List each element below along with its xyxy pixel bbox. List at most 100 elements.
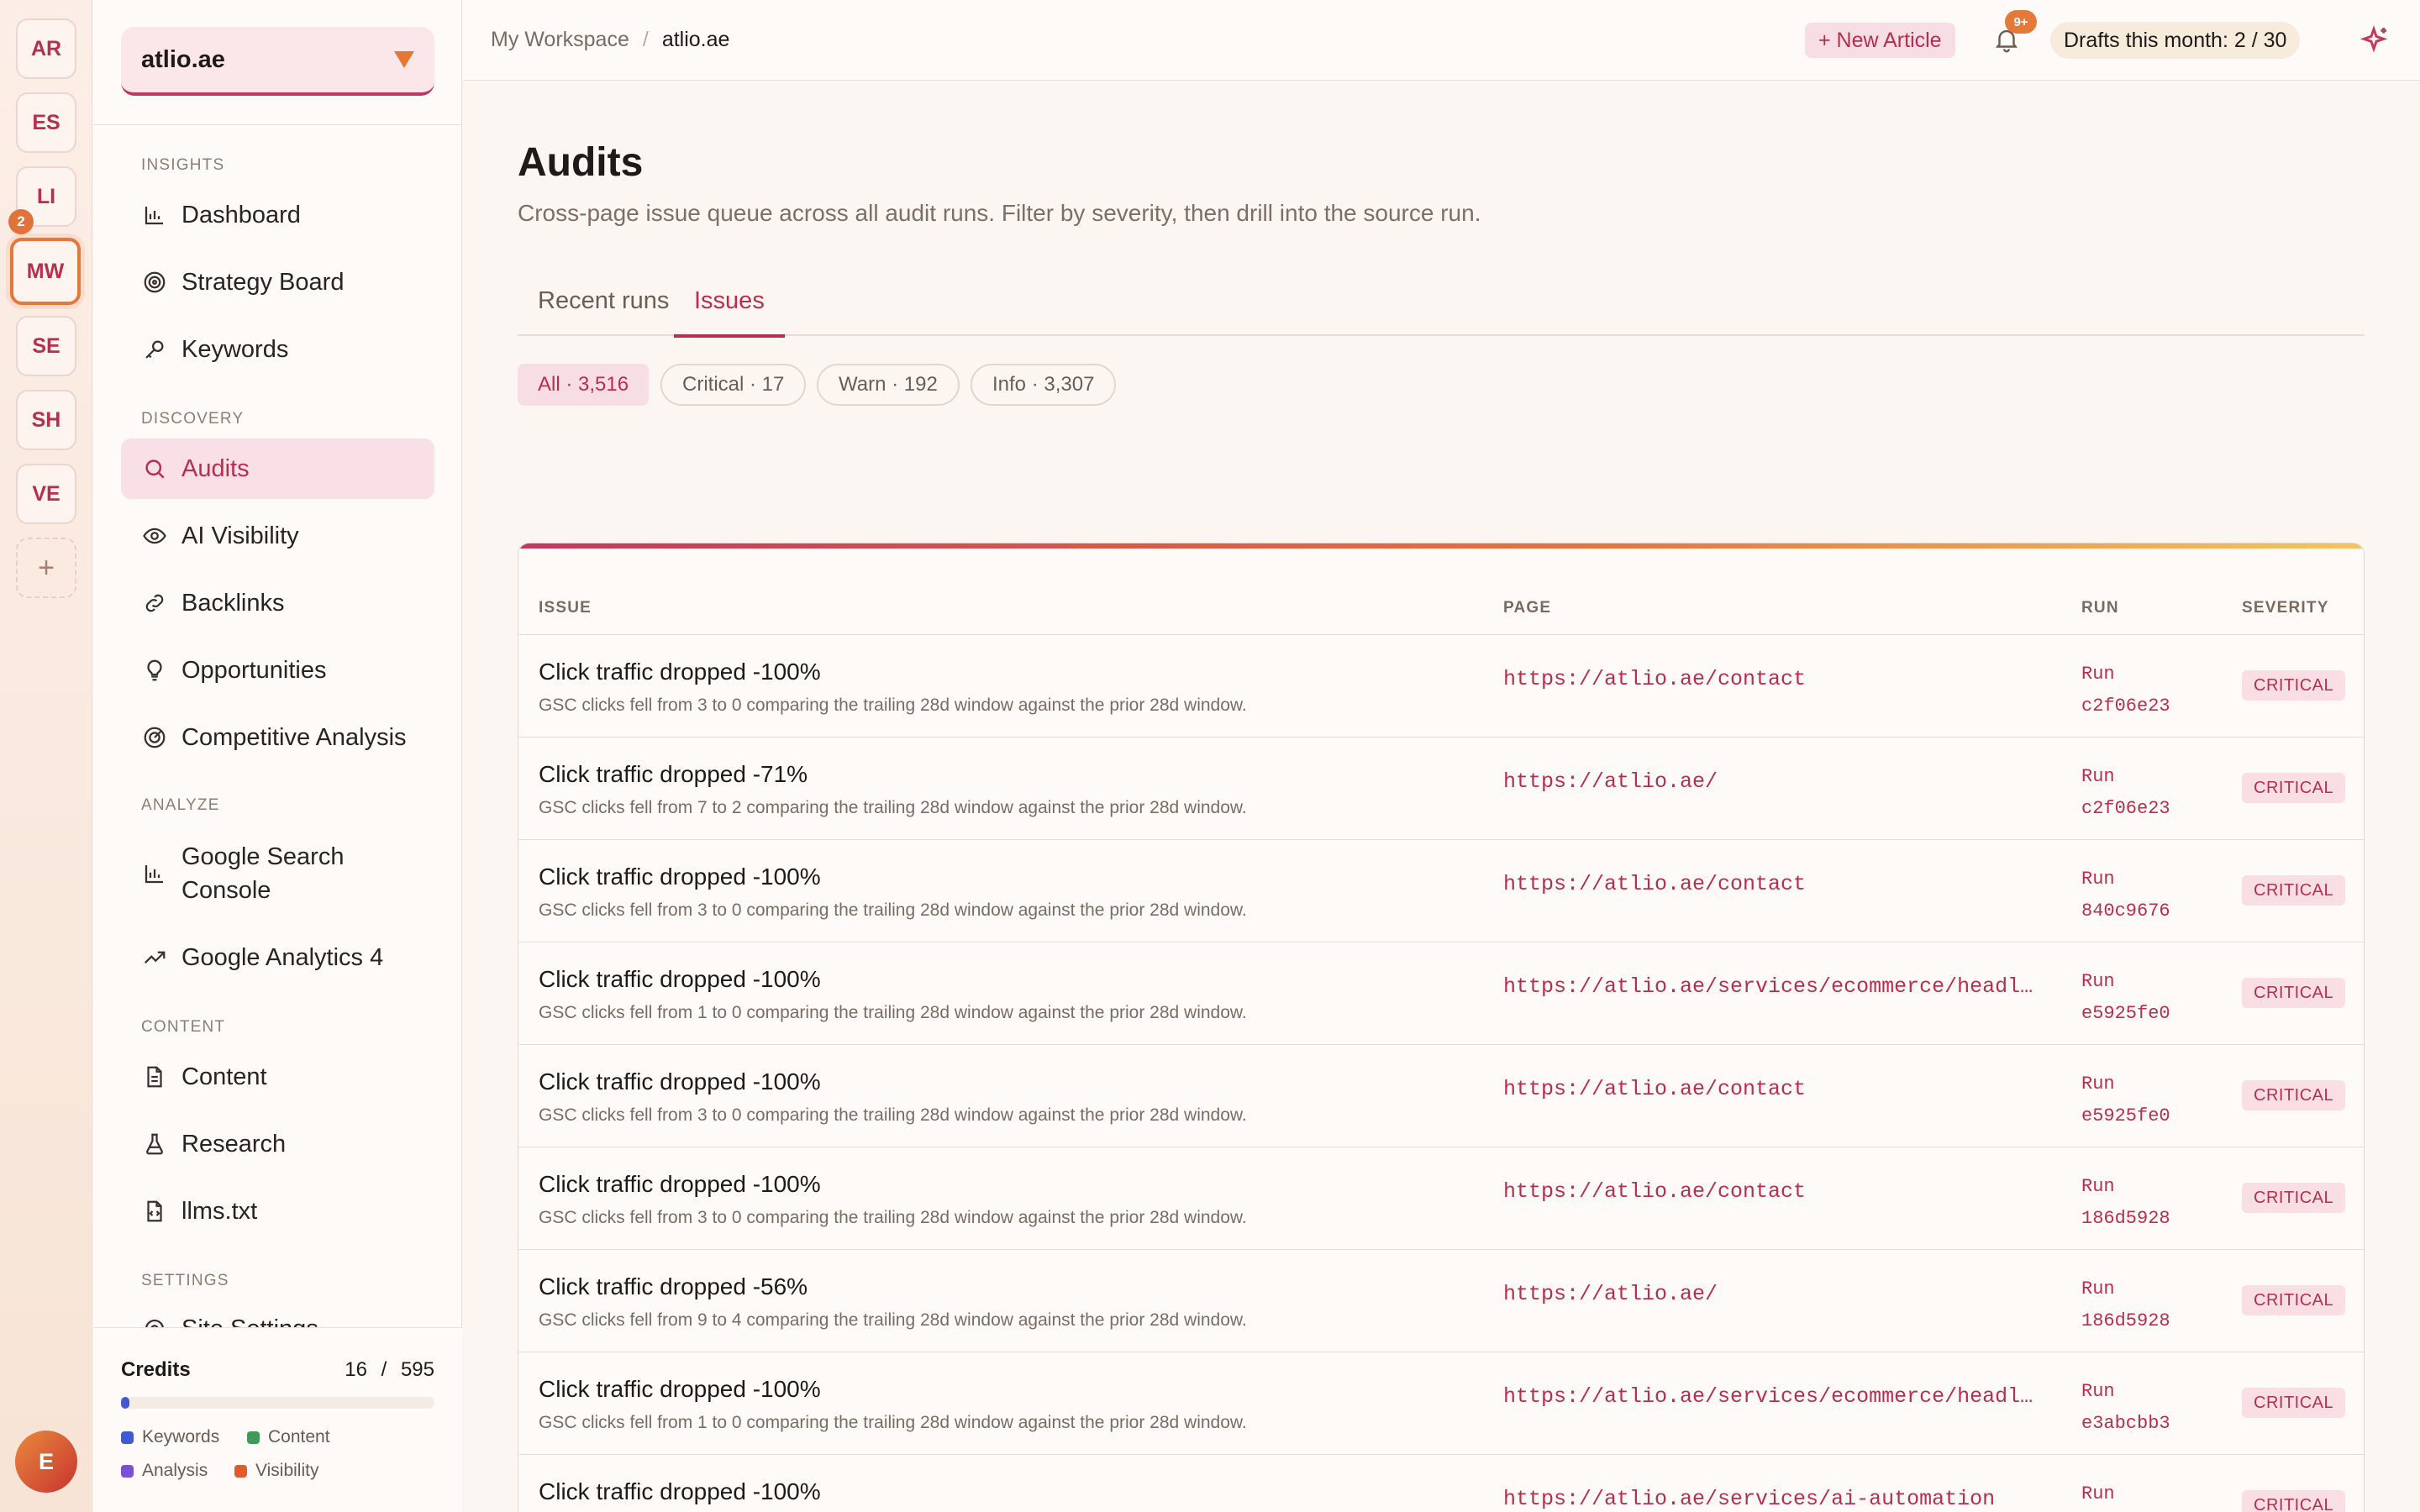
- credits-count: 16 / 595: [345, 1358, 434, 1382]
- run-link[interactable]: Run e5925fe0: [2081, 1068, 2170, 1132]
- credits-bar: [121, 1397, 434, 1409]
- filter-info[interactable]: Info · 3,307: [971, 364, 1117, 406]
- run-link[interactable]: Run 186d5928: [2081, 1273, 2170, 1337]
- page-link[interactable]: https://atlio.ae/services/ecommerce/head…: [1503, 974, 2041, 999]
- tab-bar: Recent runs Issues: [518, 277, 2365, 338]
- filter-critical[interactable]: Critical · 17: [660, 364, 807, 406]
- page-link[interactable]: https://atlio.ae/services/ecommerce/head…: [1503, 1384, 2041, 1409]
- nav-label: Audits: [182, 454, 250, 482]
- nav-label: Content: [182, 1063, 267, 1090]
- table-row[interactable]: Click traffic dropped -100% GSC clicks fe…: [518, 1147, 2364, 1249]
- breadcrumb: My Workspace / atlio.ae: [491, 28, 729, 52]
- table-row[interactable]: Click traffic dropped -100% GSC clicks fe…: [518, 839, 2364, 942]
- severity-badge: CRITICAL: [2242, 1490, 2346, 1512]
- run-label: Run: [2081, 971, 2115, 992]
- severity-badge: CRITICAL: [2242, 875, 2346, 906]
- document-icon: [141, 1063, 168, 1090]
- page-link[interactable]: https://atlio.ae/: [1503, 1282, 2041, 1306]
- run-label: Run: [2081, 1176, 2115, 1197]
- table-row[interactable]: Click traffic dropped -100% GSC clicks fe…: [518, 634, 2364, 737]
- credits-title: Credits: [121, 1358, 191, 1381]
- nav-dashboard[interactable]: Dashboard: [121, 185, 434, 245]
- drafts-counter: Drafts this month: 2 / 30: [2050, 22, 2301, 59]
- target-icon: [141, 269, 168, 296]
- key-icon: [141, 336, 168, 363]
- bar-chart-icon: [141, 202, 168, 228]
- issue-title: Click traffic dropped -100%: [539, 1171, 821, 1197]
- bar-chart-icon: [141, 860, 168, 887]
- nav-content[interactable]: Content: [121, 1047, 434, 1107]
- run-link[interactable]: Run 186d5928: [2081, 1171, 2170, 1235]
- run-label: Run: [2081, 1074, 2115, 1095]
- issue-description: GSC clicks fell from 3 to 0 comparing th…: [539, 900, 1247, 920]
- tab-issues[interactable]: Issues: [674, 287, 785, 338]
- legend-keywords: Keywords: [121, 1427, 219, 1447]
- site-selector[interactable]: atlio.ae: [121, 27, 434, 96]
- table-row[interactable]: Click traffic dropped -100% GSC clicks fe…: [518, 942, 2364, 1044]
- table-row[interactable]: Click traffic dropped -56% GSC clicks fel…: [518, 1249, 2364, 1352]
- legend-label: Keywords: [142, 1427, 220, 1446]
- table-row[interactable]: Click traffic dropped -100% GSC clicks fe…: [518, 1044, 2364, 1147]
- nav-competitive-analysis[interactable]: Competitive Analysis: [121, 707, 434, 768]
- table-row[interactable]: Click traffic dropped -71% GSC clicks fel…: [518, 737, 2364, 839]
- issue-description: GSC clicks fell from 7 to 2 comparing th…: [539, 798, 1247, 817]
- credits-sep: /: [381, 1358, 387, 1381]
- workspace-es[interactable]: ES: [16, 92, 76, 153]
- nav-ai-visibility[interactable]: AI Visibility: [121, 506, 434, 566]
- nav-keywords[interactable]: Keywords: [121, 319, 434, 380]
- run-link[interactable]: Run c2f06e23: [2081, 659, 2170, 722]
- issue-description: GSC clicks fell from 9 to 4 comparing th…: [539, 1310, 1247, 1330]
- page-link[interactable]: https://atlio.ae/contact: [1503, 872, 2041, 896]
- run-link[interactable]: Run: [2081, 1478, 2115, 1510]
- run-link[interactable]: Run e3abcbb3: [2081, 1376, 2170, 1440]
- workspace-mw[interactable]: MW: [10, 238, 81, 305]
- nav-audits[interactable]: Audits: [121, 438, 434, 499]
- nav-google-search-console[interactable]: Google Search Console: [121, 832, 434, 916]
- run-label: Run: [2081, 664, 2115, 685]
- top-bar: My Workspace / atlio.ae + New Article 9+ D…: [463, 0, 2420, 81]
- nav-backlinks[interactable]: Backlinks: [121, 573, 434, 633]
- nav-site-settings[interactable]: Site Settings: [121, 1300, 434, 1327]
- filter-warn[interactable]: Warn · 192: [817, 364, 960, 406]
- breadcrumb-root[interactable]: My Workspace: [491, 28, 629, 51]
- page-link[interactable]: https://atlio.ae/contact: [1503, 1077, 2041, 1101]
- page-subtitle: Cross-page issue queue across all audit …: [518, 200, 1481, 226]
- user-avatar[interactable]: E: [15, 1431, 77, 1493]
- run-link[interactable]: Run e5925fe0: [2081, 966, 2170, 1030]
- notification-badge: 9+: [2005, 10, 2037, 34]
- table-row[interactable]: Click traffic dropped -100% https://atlio…: [518, 1454, 2364, 1512]
- page-link[interactable]: https://atlio.ae/contact: [1503, 1179, 2041, 1204]
- section-insights: INSIGHTS: [141, 156, 225, 174]
- run-link[interactable]: Run 840c9676: [2081, 864, 2170, 927]
- link-icon: [141, 590, 168, 617]
- gear-icon: [141, 1315, 168, 1327]
- nav-research[interactable]: Research: [121, 1114, 434, 1174]
- sparkle-icon[interactable]: [2357, 24, 2391, 57]
- col-header-issue: ISSUE: [539, 599, 592, 617]
- add-workspace-button[interactable]: +: [16, 538, 76, 598]
- page-link[interactable]: https://atlio.ae/: [1503, 769, 2041, 794]
- workspace-ar[interactable]: AR: [16, 18, 76, 79]
- issue-title: Click traffic dropped -56%: [539, 1273, 808, 1299]
- nav-opportunities[interactable]: Opportunities: [121, 640, 434, 701]
- workspace-sh[interactable]: SH: [16, 390, 76, 450]
- nav-google-analytics-4[interactable]: Google Analytics 4: [121, 927, 434, 988]
- nav-llms-txt[interactable]: llms.txt: [121, 1181, 434, 1242]
- trending-up-icon: [141, 944, 168, 971]
- filter-all[interactable]: All · 3,516: [518, 364, 650, 406]
- issue-description: GSC clicks fell from 3 to 0 comparing th…: [539, 696, 1247, 715]
- tab-recent-runs[interactable]: Recent runs: [518, 287, 689, 336]
- issue-title: Click traffic dropped -100%: [539, 1376, 821, 1402]
- workspace-rail: AR ES LI 2 MW SE SH VE + E: [0, 0, 92, 1512]
- run-id: e3abcbb3: [2081, 1413, 2170, 1434]
- page-link[interactable]: https://atlio.ae/services/ai-automation: [1503, 1487, 2041, 1511]
- workspace-ve[interactable]: VE: [16, 464, 76, 524]
- severity-badge: CRITICAL: [2242, 1183, 2346, 1213]
- workspace-se[interactable]: SE: [16, 316, 76, 376]
- nav-label: llms.txt: [182, 1197, 258, 1225]
- page-link[interactable]: https://atlio.ae/contact: [1503, 667, 2041, 691]
- new-article-button[interactable]: + New Article: [1805, 23, 1955, 58]
- run-link[interactable]: Run c2f06e23: [2081, 761, 2170, 825]
- nav-strategy-board[interactable]: Strategy Board: [121, 252, 434, 312]
- table-row[interactable]: Click traffic dropped -100% GSC clicks fe…: [518, 1352, 2364, 1454]
